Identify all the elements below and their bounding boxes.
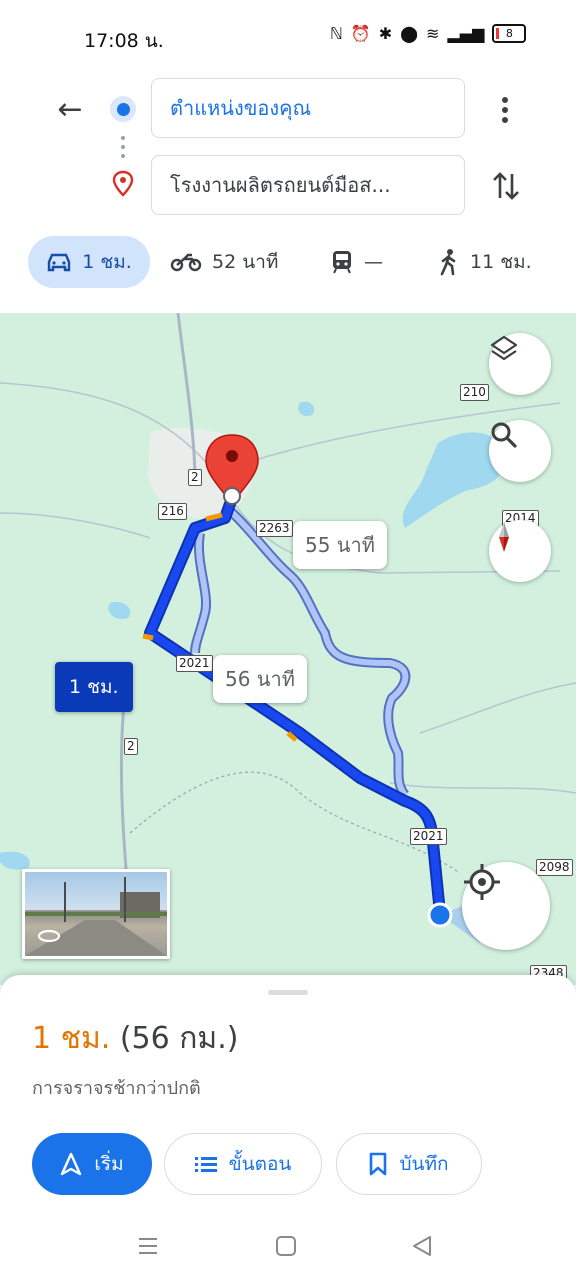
- layers-button[interactable]: [489, 333, 551, 395]
- status-time: 17:08 น.: [84, 30, 164, 52]
- home-icon[interactable]: [274, 1234, 298, 1258]
- directions-header: ← ตำแหน่งของคุณ โรงงานผลิตรถยนต์มือส... …: [0, 70, 576, 313]
- route-shield: 2098: [536, 859, 573, 876]
- location-icon: ⬤: [400, 24, 419, 43]
- 360-rotate-icon: [37, 929, 61, 943]
- start-navigation-button[interactable]: เริ่ม: [32, 1133, 152, 1195]
- search-icon: [491, 422, 517, 448]
- swap-directions-icon[interactable]: [488, 168, 524, 204]
- route-summary: 1 ชม. (56 กม.): [32, 1015, 238, 1062]
- origin-dot-icon: [110, 96, 136, 122]
- primary-route-label[interactable]: 1 ชม.: [55, 662, 133, 712]
- destination-input[interactable]: โรงงานผลิตรถยนต์มือส...: [151, 155, 465, 215]
- mode-motorcycle-label: 52 นาที: [212, 251, 279, 273]
- mode-tab-transit[interactable]: —: [330, 236, 383, 288]
- car-icon: [48, 253, 71, 272]
- origin-input[interactable]: ตำแหน่งของคุณ: [151, 78, 465, 138]
- list-icon: [194, 1157, 217, 1172]
- map-view[interactable]: 210 2 216 2263 2014 2021 2 2021 2098 234…: [0, 313, 576, 985]
- system-navigation-bar: [0, 1224, 576, 1280]
- steps-label: ขั้นตอน: [228, 1153, 292, 1175]
- route-distance: (56 กม.): [119, 1021, 239, 1056]
- route-shield: 2: [188, 469, 202, 486]
- street-view-thumbnail[interactable]: [22, 869, 170, 959]
- more-options-icon[interactable]: [490, 92, 520, 128]
- my-location-button[interactable]: [462, 862, 550, 950]
- traffic-note: การจราจรช้ากว่าปกติ: [32, 1078, 201, 1099]
- destination-pin-icon: [112, 170, 134, 197]
- bookmark-icon: [370, 1152, 387, 1176]
- wifi-icon: ≋: [426, 24, 440, 43]
- search-along-route-button[interactable]: [489, 420, 551, 482]
- mode-tab-car[interactable]: 1 ชม.: [28, 236, 150, 288]
- alt-route-56-label[interactable]: 56 นาที: [213, 655, 307, 703]
- train-icon: [333, 251, 351, 274]
- route-shield: 2263: [256, 520, 293, 537]
- status-bar: 17:08 น. ℕ ⏰ ✱ ⬤ ≋ ▂▄▆ 8: [0, 0, 576, 70]
- route-shield: 2021: [176, 655, 213, 672]
- mode-walk-label: 11 ชม.: [470, 251, 532, 273]
- crosshair-icon: [464, 864, 500, 900]
- bluetooth-icon: ✱: [378, 24, 393, 43]
- status-icons: ℕ ⏰ ✱ ⬤ ≋ ▂▄▆ 8: [330, 24, 527, 43]
- back-nav-icon[interactable]: [410, 1234, 434, 1258]
- mode-tab-motorcycle[interactable]: 52 นาที: [170, 236, 278, 288]
- back-arrow-icon[interactable]: ←: [52, 92, 88, 128]
- mode-transit-label: —: [364, 251, 383, 273]
- motorcycle-icon: [170, 253, 202, 272]
- alarm-icon: ⏰: [350, 24, 371, 43]
- battery-icon: 8: [492, 24, 527, 43]
- route-shield: 2021: [410, 828, 447, 845]
- mode-car-label: 1 ชม.: [82, 251, 132, 273]
- steps-button[interactable]: ขั้นตอน: [164, 1133, 322, 1195]
- compass-icon: [499, 522, 509, 552]
- signal-icon: ▂▄▆: [447, 24, 485, 43]
- recent-apps-icon[interactable]: [136, 1234, 160, 1258]
- route-duration: 1 ชม.: [32, 1021, 111, 1056]
- route-shield: 216: [158, 503, 187, 520]
- layers-icon: [490, 335, 518, 361]
- drag-handle[interactable]: [268, 990, 308, 995]
- walking-icon: [440, 249, 456, 276]
- save-route-button[interactable]: บันทึก: [336, 1133, 482, 1195]
- route-shield: 210: [460, 384, 489, 401]
- navigation-arrow-icon: [61, 1152, 82, 1176]
- alt-route-55-label[interactable]: 55 นาที: [293, 521, 387, 569]
- route-shield: 2: [124, 738, 138, 755]
- route-connector-dots: [121, 136, 125, 163]
- nfc-icon: ℕ: [330, 24, 343, 43]
- compass-button[interactable]: [489, 520, 551, 582]
- my-location-dot: [427, 902, 453, 928]
- mode-tab-walk[interactable]: 11 ชม.: [438, 236, 532, 288]
- save-label: บันทึก: [399, 1153, 449, 1175]
- start-label: เริ่ม: [94, 1153, 124, 1175]
